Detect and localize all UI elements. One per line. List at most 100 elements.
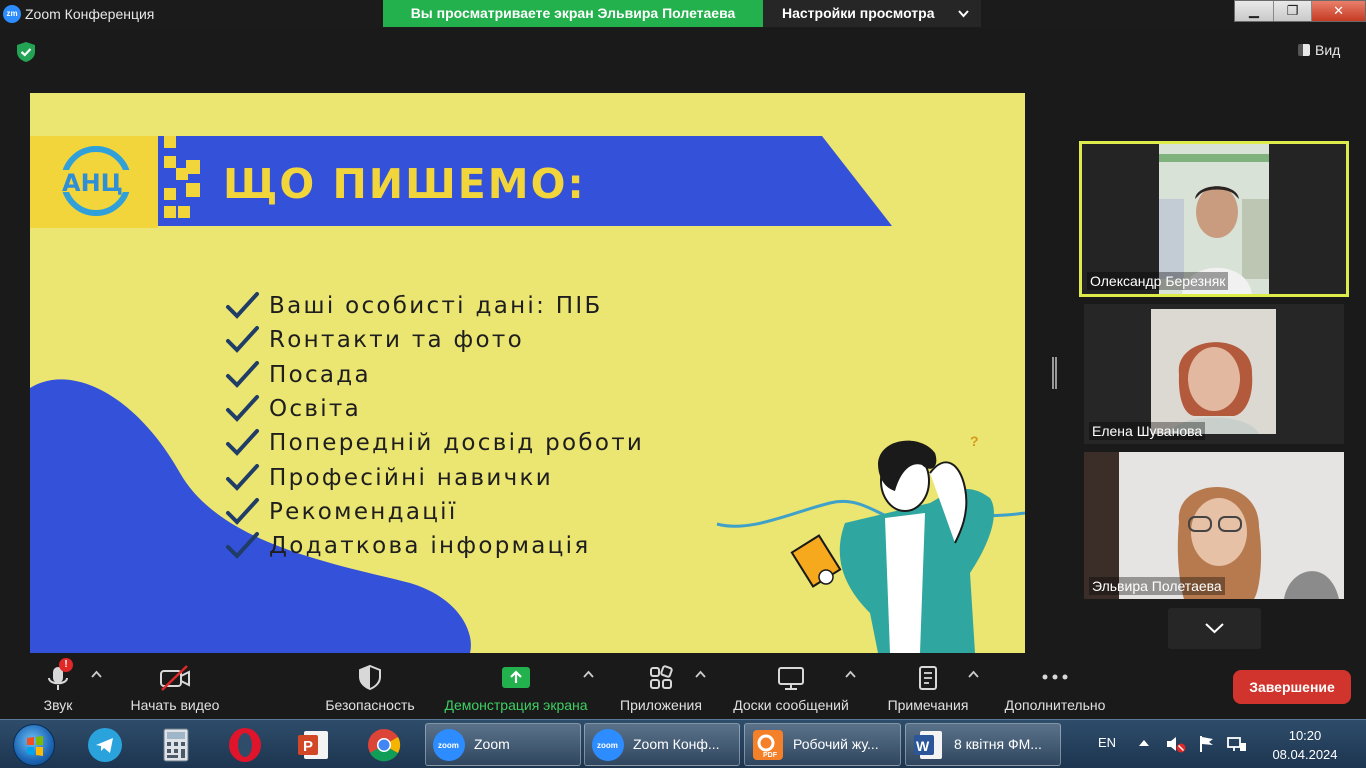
- participant-name: Елена Шуванова: [1089, 422, 1206, 440]
- whiteboards-button[interactable]: Доски сообщений: [733, 655, 849, 715]
- task-label: Zoom Конф...: [633, 736, 720, 752]
- apps-options-chevron-up-icon[interactable]: [695, 667, 706, 681]
- taskbar-word-document[interactable]: W 8 квітня ФМ...: [905, 723, 1061, 766]
- zoom-icon: zoom: [592, 729, 624, 761]
- input-language-indicator[interactable]: EN: [1098, 735, 1116, 750]
- bullet-text: Ваші особисті дані: ПІБ: [269, 293, 603, 320]
- share-options-chevron-up-icon[interactable]: [583, 667, 594, 681]
- view-button[interactable]: Вид: [1298, 42, 1340, 58]
- checkmark-icon: [226, 292, 259, 320]
- chevron-down-icon: [958, 0, 969, 37]
- opera-pinned-app[interactable]: [226, 726, 264, 764]
- bullet-text: Посада: [269, 361, 371, 388]
- powerpoint-icon: P: [298, 731, 328, 759]
- pdf-badge: PDF: [763, 752, 777, 759]
- windows-logo-icon: [27, 736, 43, 756]
- bullet-item: Освіта: [225, 392, 644, 426]
- chevron-down-icon: [1205, 623, 1224, 634]
- telegram-pinned-app[interactable]: [86, 726, 124, 764]
- participant-name: Олександр Березняк: [1087, 272, 1229, 290]
- share-label: Демонстрация экрана: [444, 697, 588, 713]
- maximize-button[interactable]: ❐: [1273, 1, 1313, 21]
- start-button[interactable]: [13, 724, 55, 766]
- action-center-flag-icon[interactable]: [1197, 734, 1217, 754]
- more-button[interactable]: Дополнительно: [1005, 655, 1105, 715]
- window-title: Zoom Конференция: [25, 6, 155, 22]
- volume-muted-icon[interactable]: [1165, 734, 1187, 754]
- security-shield-icon: [359, 664, 381, 691]
- apps-button[interactable]: Приложения: [620, 655, 702, 715]
- clock-date: 08.04.2024: [1272, 747, 1338, 762]
- encryption-shield-icon[interactable]: [15, 41, 37, 63]
- taskbar-zoom-app[interactable]: zoom Zoom: [425, 723, 581, 766]
- layout-icon: [1298, 44, 1310, 56]
- zoom-icon: zoom: [433, 729, 465, 761]
- checkmark-icon: [226, 429, 259, 457]
- checkmark-icon: [226, 326, 259, 354]
- slide-title: ЩО ПИШЕМО:: [223, 160, 586, 208]
- bullet-text: Рекомендації: [269, 498, 458, 525]
- taskbar-pdf-document[interactable]: PDF Робочий жу...: [744, 723, 901, 766]
- view-settings-dropdown[interactable]: Настройки просмотра: [763, 0, 981, 27]
- video-label: Начать видео: [130, 697, 220, 713]
- task-label: Zoom: [474, 736, 510, 752]
- share-screen-button[interactable]: Демонстрация экрана: [444, 655, 588, 715]
- windows-taskbar: P zoom Zoom zoom Zoom Конф... PDF Робочи…: [0, 719, 1366, 768]
- whiteboards-label: Доски сообщений: [733, 697, 849, 713]
- audio-label: Звук: [43, 697, 73, 713]
- notes-icon: [919, 666, 937, 690]
- whiteboards-options-chevron-up-icon[interactable]: [845, 667, 856, 681]
- notes-options-chevron-up-icon[interactable]: [968, 667, 979, 681]
- checkmark-icon: [226, 360, 259, 388]
- bullet-item: Ваші особисті дані: ПІБ: [225, 289, 644, 323]
- logo-text: АНЦ: [62, 169, 123, 197]
- bullet-item: Професійні навички: [225, 460, 644, 494]
- bullet-item: Rонтакти та фото: [225, 323, 644, 357]
- notes-button[interactable]: Примечания: [888, 655, 968, 715]
- powerpoint-pinned-app[interactable]: P: [295, 726, 333, 764]
- bullet-text: Додаткова інформація: [269, 533, 591, 560]
- apps-icon: [650, 665, 673, 689]
- audio-options-chevron-up-icon[interactable]: [91, 667, 102, 681]
- svg-text:zoom: zoom: [438, 741, 459, 750]
- share-screen-icon: [502, 667, 530, 688]
- notes-label: Примечания: [887, 697, 969, 713]
- task-label: 8 квітня ФМ...: [954, 736, 1042, 752]
- bullet-item: Посада: [225, 358, 644, 392]
- bullet-list: Ваші особисті дані: ПІБ Rонтакти та фото П…: [225, 289, 644, 563]
- svg-text:W: W: [916, 738, 930, 754]
- checkmark-icon: [226, 497, 259, 525]
- view-button-label: Вид: [1315, 42, 1341, 58]
- bullet-text: Освіта: [269, 396, 361, 423]
- apps-label: Приложения: [620, 697, 702, 713]
- system-clock[interactable]: 10:20 08.04.2024: [1265, 726, 1345, 764]
- bullet-item: Додаткова інформація: [225, 529, 644, 563]
- svg-text:P: P: [303, 738, 313, 755]
- clock-time: 10:20: [1288, 728, 1322, 743]
- chrome-icon: [368, 729, 401, 762]
- more-label: Дополнительно: [1004, 697, 1106, 713]
- taskbar-zoom-meeting[interactable]: zoom Zoom Конф...: [584, 723, 740, 766]
- audio-warning-badge: !: [59, 658, 73, 672]
- confused-person-illustration: [790, 440, 994, 653]
- security-button[interactable]: Безопасность: [325, 655, 415, 715]
- minimize-button[interactable]: ▁: [1235, 1, 1274, 21]
- chrome-pinned-app[interactable]: [365, 726, 403, 764]
- scroll-participants-down-button[interactable]: [1168, 608, 1261, 649]
- end-meeting-button[interactable]: Завершение: [1233, 670, 1351, 704]
- panel-splitter-handle[interactable]: [1052, 357, 1057, 389]
- bullet-text: Rонтакти та фото: [269, 327, 524, 354]
- zoom-window: zm Zoom Конференция Вы просматриваете эк…: [0, 0, 1366, 768]
- video-off-icon: [160, 665, 190, 691]
- close-button[interactable]: ✕: [1312, 1, 1365, 21]
- participant-tile[interactable]: Эльвира Полетаева: [1084, 452, 1344, 599]
- start-video-button[interactable]: Начать видео: [131, 655, 219, 715]
- participant-tile[interactable]: Елена Шуванова: [1084, 304, 1344, 444]
- participant-tile-active-speaker[interactable]: Олександр Березняк: [1079, 141, 1349, 297]
- calculator-icon: [163, 728, 189, 762]
- calculator-pinned-app[interactable]: [157, 726, 195, 764]
- zoom-app-icon: zm: [3, 5, 21, 23]
- audio-button[interactable]: ! Звук: [28, 655, 88, 715]
- show-hidden-icons-chevron-up-icon[interactable]: [1138, 738, 1150, 748]
- network-icon[interactable]: [1226, 734, 1248, 754]
